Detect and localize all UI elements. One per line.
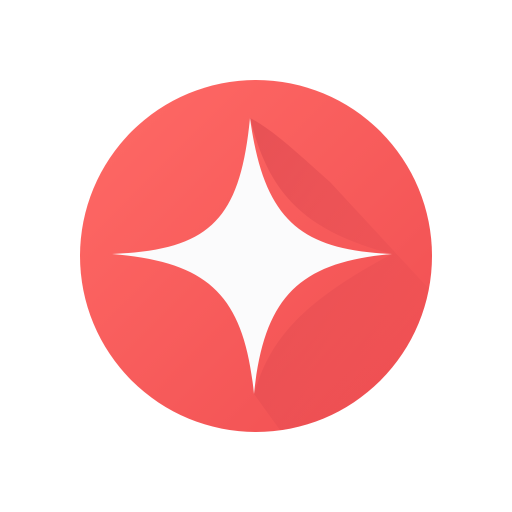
- sparkle-app-icon: [80, 80, 432, 432]
- icon-canvas: [0, 0, 512, 512]
